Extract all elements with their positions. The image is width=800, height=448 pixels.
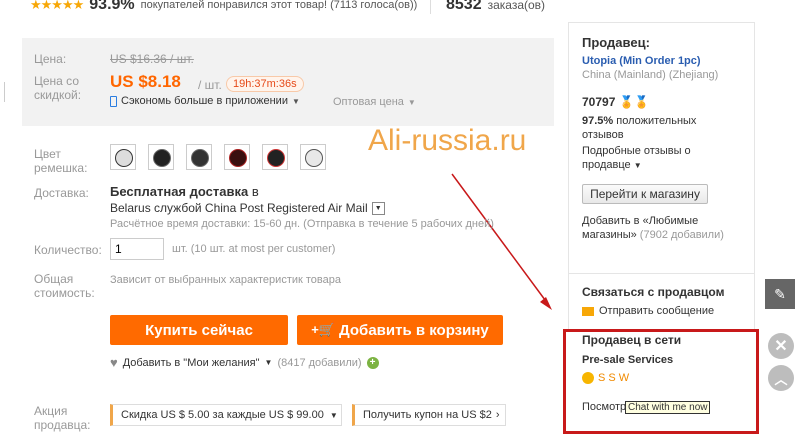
view-link[interactable]: Посмотр [582,401,626,413]
go-to-store-button[interactable]: Перейти к магазину [582,184,708,204]
mail-icon [582,306,594,316]
coupon-button[interactable]: Получить купон на US $2 › [352,404,506,426]
total-label: Общая стоимость: [34,272,95,300]
send-message-label: Отправить сообщение [599,305,715,317]
detailed-feedback-link[interactable]: Подробные отзывы о продавце ▼ [582,144,722,173]
shipping-method-dropdown[interactable]: Belarus службой China Post Registered Ai… [110,201,385,215]
rating-text: покупателей понравился этот товар! (7113… [140,0,418,11]
shipping-line: Бесплатная доставка в [110,184,259,199]
pencil-icon: ✎ [774,285,786,302]
shipping-free: Бесплатная доставка [110,184,249,199]
send-message-link[interactable]: Отправить сообщение [582,305,714,317]
rating-row: ★★★★★ 93.9% покупателей понравился этот … [30,0,417,14]
divider [430,0,431,14]
contact-title: Связаться с продавцом [582,285,725,299]
color-swatch-3[interactable] [186,144,212,170]
close-button[interactable]: ✕ [768,333,794,359]
positive-pct: 97.5% [582,115,614,127]
watermark-text: Ali-russia.ru [368,124,527,157]
wholesale-dropdown[interactable]: Оптовая цена ▼ [333,96,416,108]
chat-face-icon [582,372,594,384]
close-icon: ✕ [774,338,788,355]
edit-pencil-button[interactable]: ✎ [765,279,795,309]
old-price: US $16.36 / шт. [110,52,194,66]
color-label: Цвет ремешка: [34,147,88,175]
chevron-right-icon: › [495,409,500,421]
favorite-count: (7902 добавили) [639,229,724,241]
agent-name: S S W [598,372,630,384]
agent-chat-link[interactable]: S S W [582,372,629,384]
chevron-down-icon: ▼ [407,97,416,107]
discount-timer: 19h:37m:36s [226,76,304,92]
orders-count: 8532 [446,0,482,13]
promo-label: Акция продавца: [34,404,91,432]
phone-icon [110,95,117,107]
discount-promo[interactable]: Скидка US $ 5.00 за каждые US $ 99.00 ▼ [110,404,342,426]
orders: 8532 заказа(ов) [446,0,545,14]
chevron-down-icon: ▼ [633,161,642,170]
chevron-up-icon: ︿ [774,371,788,387]
store-name-link[interactable]: Utopia (Min Order 1pc) [582,55,701,67]
shipping-label: Доставка: [34,186,89,200]
presale-label: Pre-sale Services [582,354,674,366]
rating-percent: 93.9% [89,0,135,13]
app-saving-label: Сэкономь больше в приложении [121,95,288,107]
color-swatch-4[interactable] [224,144,250,170]
shipping-country: Belarus службой China Post Registered Ai… [110,201,368,215]
color-swatch-2[interactable] [148,144,174,170]
scroll-up-button[interactable]: ︿ [768,365,794,391]
add-to-cart-label: Добавить в корзину [339,321,489,339]
seller-score: 70797 🏅🏅 [582,95,649,109]
arrow-annotation [451,173,552,310]
app-saving-dropdown[interactable]: Сэкономь больше в приложении ▼ [110,95,300,107]
quantity-input[interactable] [110,238,164,260]
add-to-cart-button[interactable]: +🛒 Добавить в корзину [297,315,503,345]
contact-panel [568,271,755,332]
plus-circle-icon[interactable]: + [366,356,379,369]
quantity-note: шт. (10 шт. at most per customer) [172,243,336,255]
orders-label: заказа(ов) [487,0,546,12]
wholesale-label: Оптовая цена [333,96,404,108]
color-swatch-6[interactable] [300,144,326,170]
seller-title: Продавец: [582,35,650,50]
color-swatch-5[interactable] [262,144,288,170]
add-favorite-store[interactable]: Добавить в «Любимые магазины» (7902 доба… [582,214,732,242]
positive-feedback: 97.5% положительных отзывов [582,114,722,142]
chevron-down-icon: ▼ [329,410,338,420]
discount-price-label: Цена со скидкой: [34,74,82,102]
page-edge [4,82,5,102]
discount-price: US $8.18 [110,72,181,91]
coupon-text: Получить купон на US $2 [363,409,492,421]
total-value: Зависит от выбранных характеристик товар… [110,274,341,286]
chevron-down-icon: ▼ [291,96,300,106]
shipping-to: в [251,184,259,199]
price-label: Цена: [34,52,67,66]
chevron-down-icon[interactable]: ▼ [265,358,273,367]
quantity-label: Количество: [34,243,102,257]
buy-now-button[interactable]: Купить сейчас [110,315,288,345]
wishlist-link[interactable]: Добавить в "Мои желания" [123,357,260,369]
cart-icon: +🛒 [311,322,336,337]
online-title: Продавец в сети [582,333,682,347]
heart-icon[interactable]: ♥ [110,355,118,370]
discount-promo-text: Скидка US $ 5.00 за каждые US $ 99.00 [121,409,324,421]
chat-tooltip: Chat with me now [625,401,711,414]
wishlist-row: ♥ Добавить в "Мои желания" ▼ (8417 добав… [110,355,379,370]
color-swatch-1[interactable] [110,144,136,170]
wishlist-count: (8417 добавили) [277,356,362,369]
seller-location: China (Mainland) (Zhejiang) [582,69,719,81]
price-unit: / шт. [198,78,222,92]
rating-stars: ★★★★★ [30,0,84,12]
chevron-down-icon: ▼ [371,201,385,215]
shipping-time: Расчётное время доставки: 15-60 дн. (Отп… [110,218,494,230]
medal-icon: 🏅🏅 [619,95,650,109]
seller-score-value: 70797 [582,95,616,109]
